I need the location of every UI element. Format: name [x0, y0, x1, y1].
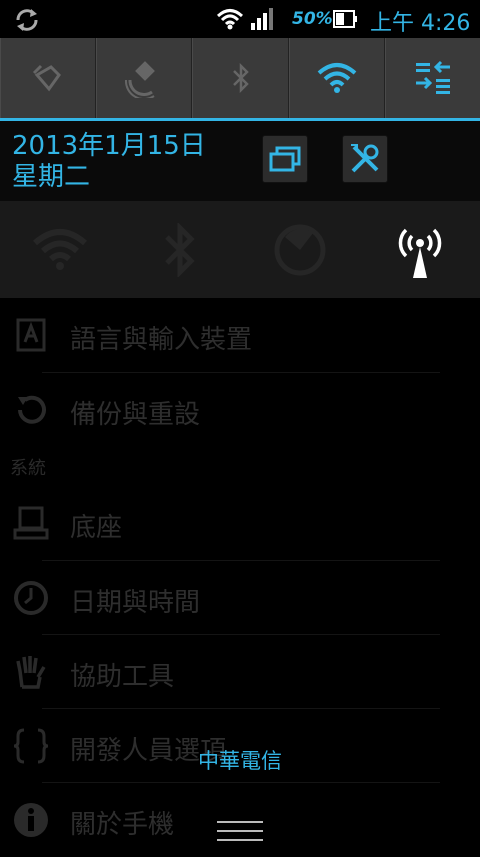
settings-item-label: 語言與輸入裝置 — [70, 325, 253, 355]
data-usage-toggle[interactable] — [240, 201, 360, 298]
flashlight-icon — [33, 64, 62, 92]
wifi-toggle[interactable] — [288, 38, 385, 118]
gps-toggle[interactable] — [96, 38, 193, 118]
wifi-toggle-2[interactable] — [0, 201, 120, 298]
settings-item-accessibility[interactable]: 協助工具 — [0, 635, 480, 709]
data-toggle[interactable] — [384, 38, 480, 118]
data-usage-icon — [274, 224, 326, 275]
quick-toggles — [0, 38, 480, 121]
sync-icon — [16, 9, 38, 31]
settings-item-label: 協助工具 — [70, 662, 175, 692]
wifi-icon — [317, 63, 357, 93]
tools-icon — [351, 144, 379, 173]
dock-icon — [13, 506, 49, 540]
status-clock: 上午 4:26 — [370, 11, 471, 36]
battery-icon — [333, 10, 357, 28]
wifi-icon — [33, 228, 87, 270]
settings-item-date-time[interactable]: 日期與時間 — [0, 561, 480, 635]
windows-icon — [269, 146, 301, 172]
battery-percent: 50% — [292, 9, 333, 29]
wifi-icon — [216, 9, 244, 30]
settings-button[interactable] — [342, 135, 388, 183]
clock-icon — [14, 581, 48, 615]
settings-item-label: 日期與時間 — [70, 588, 201, 618]
date-line: 2013年1月15日 — [12, 131, 206, 161]
date-text[interactable]: 2013年1月15日 星期二 — [12, 131, 206, 193]
flashlight-toggle[interactable] — [0, 38, 97, 118]
carrier-label: 中華電信 — [198, 749, 282, 773]
hotspot-toggle[interactable] — [360, 201, 480, 298]
backup-icon — [18, 395, 46, 424]
gps-icon — [125, 61, 156, 98]
hotspot-icon — [398, 228, 442, 278]
status-bar: 50% 上午 4:26 — [0, 0, 480, 38]
recent-apps-button[interactable] — [262, 135, 308, 183]
weekday-line: 星期二 — [12, 162, 91, 192]
settings-item-language[interactable]: 語言與輸入裝置 — [0, 298, 480, 372]
language-icon — [16, 318, 46, 352]
signal-icon — [251, 8, 273, 30]
settings-item-dock[interactable]: 底座 — [0, 486, 480, 560]
info-icon — [14, 803, 48, 837]
data-transfer-icon — [415, 60, 450, 94]
date-row: 2013年1月15日 星期二 — [0, 121, 480, 201]
drag-handle[interactable] — [215, 818, 265, 844]
section-header-system: 系統 — [10, 458, 46, 479]
settings-item-label: 備份與重設 — [70, 400, 201, 430]
bluetooth-toggle[interactable] — [192, 38, 289, 118]
bluetooth-toggle-2[interactable] — [120, 201, 240, 298]
settings-item-label: 底座 — [70, 513, 123, 543]
accessibility-icon — [16, 656, 46, 689]
secondary-toggles — [0, 201, 480, 298]
settings-item-label: 關於手機 — [70, 810, 175, 840]
settings-item-backup[interactable]: 備份與重設 — [0, 373, 480, 447]
bluetooth-icon — [232, 63, 249, 93]
bluetooth-icon — [165, 222, 195, 277]
